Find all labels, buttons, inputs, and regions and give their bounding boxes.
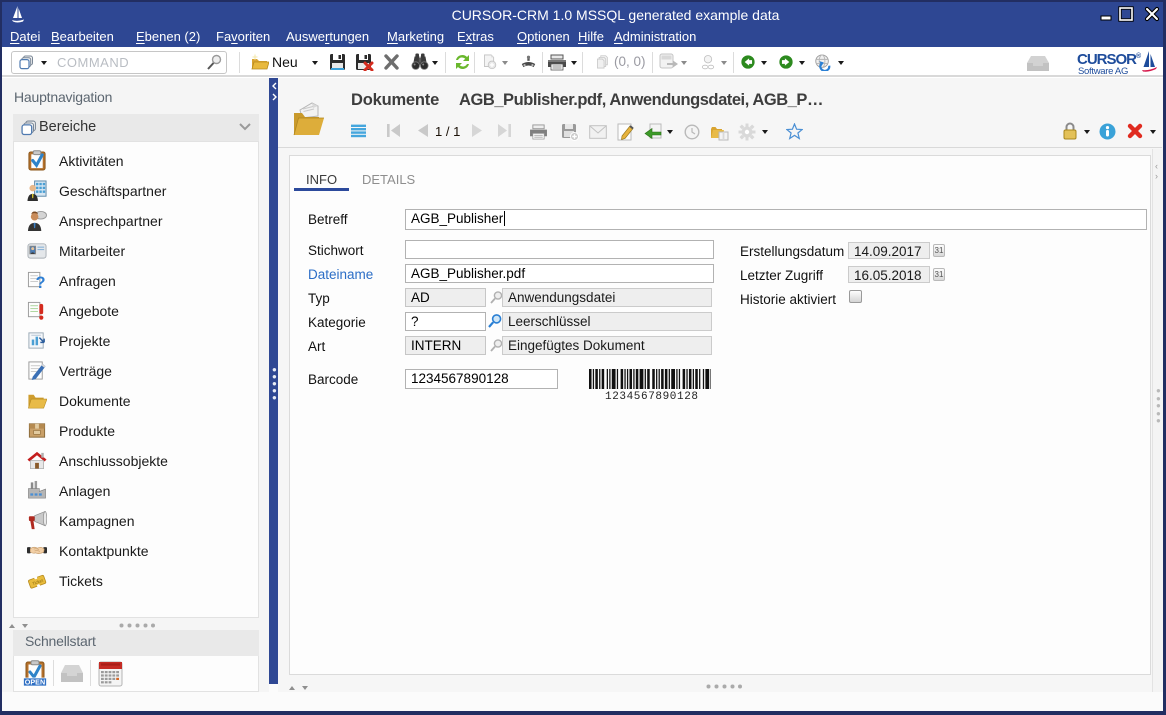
- svg-text:OPEN: OPEN: [25, 678, 45, 687]
- svg-text:?: ?: [36, 274, 46, 291]
